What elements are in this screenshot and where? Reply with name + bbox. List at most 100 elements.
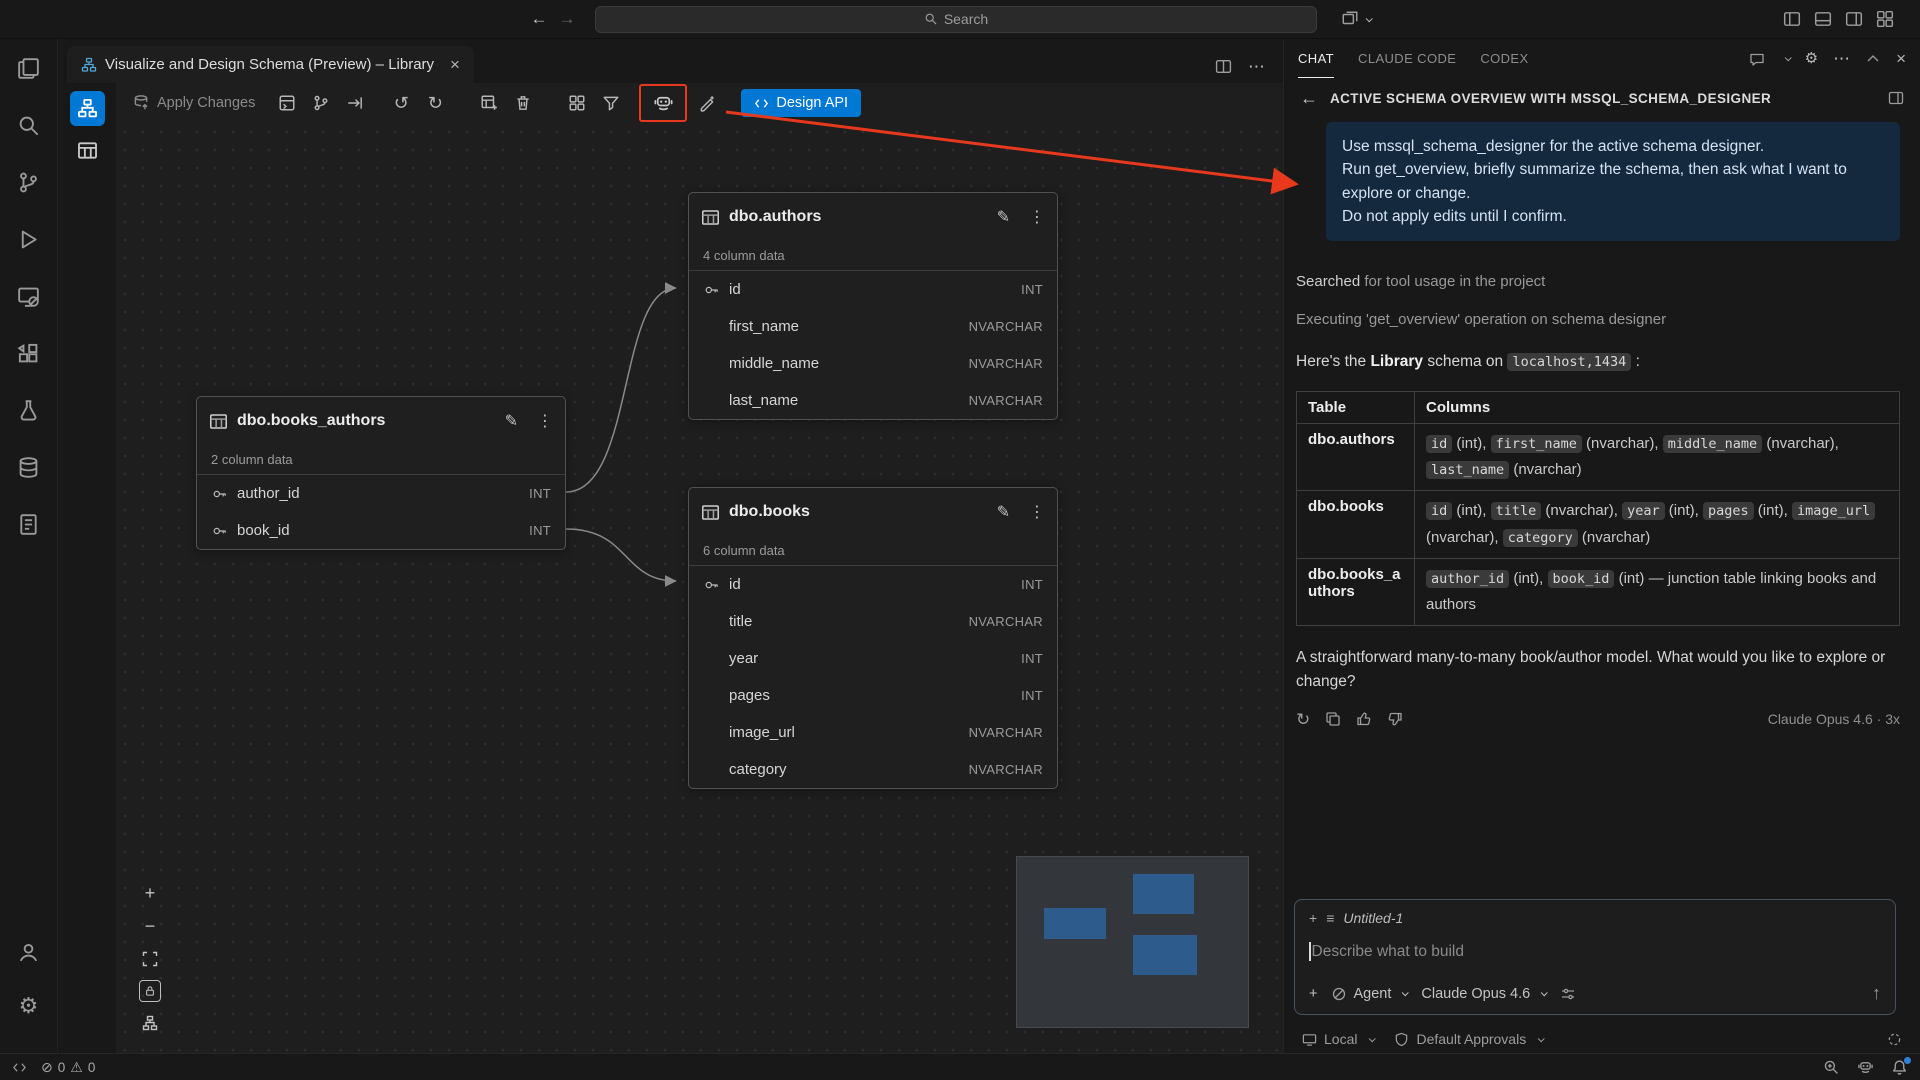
table-menu-icon[interactable]: ⋮: [1029, 207, 1045, 227]
chat-history-icon[interactable]: [1749, 51, 1765, 67]
apply-changes-button[interactable]: Apply Changes: [132, 94, 255, 112]
fork-schema-icon[interactable]: [307, 89, 335, 117]
explorer-icon[interactable]: [12, 51, 46, 86]
thumbs-down-icon[interactable]: [1387, 711, 1403, 727]
notifications-bell-icon[interactable]: [1891, 1059, 1908, 1076]
run-debug-icon[interactable]: [12, 222, 46, 257]
regenerate-icon[interactable]: ↻: [1296, 711, 1310, 728]
search-icon[interactable]: [12, 108, 46, 143]
redo-icon[interactable]: ↻: [421, 89, 449, 117]
minimap[interactable]: [1016, 856, 1249, 1028]
account-icon[interactable]: [12, 935, 46, 970]
notebook-icon[interactable]: [12, 507, 46, 542]
open-chat-in-editor-icon[interactable]: [1888, 90, 1904, 106]
send-icon[interactable]: ↑: [1872, 983, 1881, 1004]
chat-tab-claude-code[interactable]: CLAUDE CODE: [1358, 39, 1456, 78]
design-api-button[interactable]: Design API: [741, 89, 861, 117]
chat-input-box[interactable]: + ≡ Untitled-1 Describe what to build + …: [1294, 899, 1896, 1015]
schema-table-card[interactable]: dbo.books_authors✎⋮2 column dataauthor_i…: [196, 396, 566, 550]
column-row[interactable]: first_nameNVARCHAR: [689, 308, 1057, 345]
toggle-sidebar-left-icon[interactable]: [1783, 10, 1801, 28]
sparkle-pen-icon[interactable]: [693, 89, 721, 117]
column-row[interactable]: idINT: [689, 271, 1057, 308]
schema-table-card[interactable]: dbo.authors✎⋮4 column dataidINTfirst_nam…: [688, 192, 1058, 420]
chevron-down-icon[interactable]: [1784, 54, 1791, 61]
environment-selector[interactable]: Local: [1302, 1031, 1374, 1047]
undo-icon[interactable]: ↺: [387, 89, 415, 117]
chat-settings-gear-icon[interactable]: ⚙: [1805, 51, 1818, 66]
edit-table-icon[interactable]: ✎: [505, 411, 518, 431]
copilot-sessions-button[interactable]: [1341, 10, 1371, 28]
global-search-input[interactable]: Search: [595, 6, 1317, 33]
toggle-panel-icon[interactable]: [1814, 10, 1832, 28]
zoom-in-icon[interactable]: +: [138, 881, 162, 905]
text-segment: (int),: [1665, 502, 1703, 519]
testing-icon[interactable]: [12, 393, 46, 428]
problems-indicator[interactable]: ⊘ 0 ⚠ 0: [41, 1059, 95, 1076]
mode-selector[interactable]: Agent: [1331, 986, 1407, 1002]
schema-diagram-view-button[interactable]: [70, 91, 105, 126]
model-selector[interactable]: Claude Opus 4.6: [1421, 986, 1546, 1002]
close-tab-icon[interactable]: ×: [450, 55, 460, 75]
auto-arrange-icon[interactable]: [138, 1011, 162, 1035]
toggle-sidebar-right-icon[interactable]: [1845, 10, 1863, 28]
back-icon[interactable]: ←: [1300, 88, 1318, 109]
split-editor-icon[interactable]: [1215, 58, 1232, 75]
remote-indicator-icon[interactable]: [12, 1060, 27, 1075]
database-icon[interactable]: [12, 450, 46, 485]
chat-more-actions-icon[interactable]: ⋯: [1833, 50, 1850, 67]
table-menu-icon[interactable]: ⋮: [537, 411, 553, 431]
open-definition-icon[interactable]: [273, 89, 301, 117]
table-definition-view-button[interactable]: [70, 133, 105, 168]
search-icon: [924, 12, 938, 26]
column-row[interactable]: author_idINT: [197, 475, 565, 512]
chat-tab-codex[interactable]: CODEX: [1480, 39, 1528, 78]
zoom-out-icon[interactable]: −: [138, 914, 162, 938]
column-row[interactable]: titleNVARCHAR: [689, 603, 1057, 640]
chat-tab-chat[interactable]: CHAT: [1298, 39, 1334, 78]
column-row[interactable]: yearINT: [689, 640, 1057, 677]
auto-layout-icon[interactable]: [563, 89, 591, 117]
copy-icon[interactable]: [1325, 711, 1341, 727]
column-row[interactable]: categoryNVARCHAR: [689, 751, 1057, 788]
column-row[interactable]: last_nameNVARCHAR: [689, 382, 1057, 419]
column-row[interactable]: idINT: [689, 566, 1057, 603]
model-settings-icon[interactable]: [1560, 986, 1576, 1002]
column-row[interactable]: middle_nameNVARCHAR: [689, 345, 1057, 382]
lock-zoom-icon[interactable]: [139, 980, 161, 1002]
edit-table-icon[interactable]: ✎: [997, 207, 1010, 227]
editor-more-actions-icon[interactable]: ⋯: [1248, 58, 1265, 75]
filter-icon[interactable]: [597, 89, 625, 117]
add-context-icon[interactable]: +: [1309, 910, 1317, 926]
column-row[interactable]: pagesINT: [689, 677, 1057, 714]
back-icon[interactable]: ←: [525, 9, 553, 29]
assistant-steps: Searched for tool usage in the projectEx…: [1296, 273, 1900, 328]
edit-table-icon[interactable]: ✎: [997, 502, 1010, 522]
zoom-indicator-icon[interactable]: [1823, 1059, 1840, 1076]
fit-to-screen-icon[interactable]: [138, 947, 162, 971]
export-icon[interactable]: [341, 89, 369, 117]
column-row[interactable]: image_urlNVARCHAR: [689, 714, 1057, 751]
extensions-icon[interactable]: [12, 336, 46, 371]
copilot-status-icon[interactable]: [1857, 1059, 1874, 1076]
maximize-panel-icon[interactable]: [1865, 51, 1881, 67]
sync-status-icon[interactable]: [1887, 1032, 1902, 1047]
add-table-icon[interactable]: [475, 89, 503, 117]
column-row[interactable]: book_idINT: [197, 512, 565, 549]
thumbs-up-icon[interactable]: [1356, 711, 1372, 727]
tab-schema-designer[interactable]: Visualize and Design Schema (Preview) – …: [67, 46, 474, 83]
copilot-button[interactable]: [639, 84, 687, 122]
approvals-selector[interactable]: Default Approvals: [1394, 1031, 1543, 1047]
close-panel-icon[interactable]: ×: [1896, 50, 1906, 67]
schema-canvas[interactable]: dbo.authors✎⋮4 column dataidINTfirst_nam…: [116, 123, 1283, 1053]
chat-input-field[interactable]: Describe what to build: [1295, 928, 1895, 975]
remote-explorer-icon[interactable]: [12, 279, 46, 314]
table-menu-icon[interactable]: ⋮: [1029, 502, 1045, 522]
forward-icon[interactable]: →: [553, 9, 581, 29]
attach-icon[interactable]: +: [1309, 986, 1317, 1002]
settings-gear-icon[interactable]: ⚙: [12, 988, 46, 1023]
delete-icon[interactable]: [509, 89, 537, 117]
schema-table-card[interactable]: dbo.books✎⋮6 column dataidINTtitleNVARCH…: [688, 487, 1058, 789]
customize-layout-icon[interactable]: [1876, 10, 1894, 28]
source-control-icon[interactable]: [12, 165, 46, 200]
